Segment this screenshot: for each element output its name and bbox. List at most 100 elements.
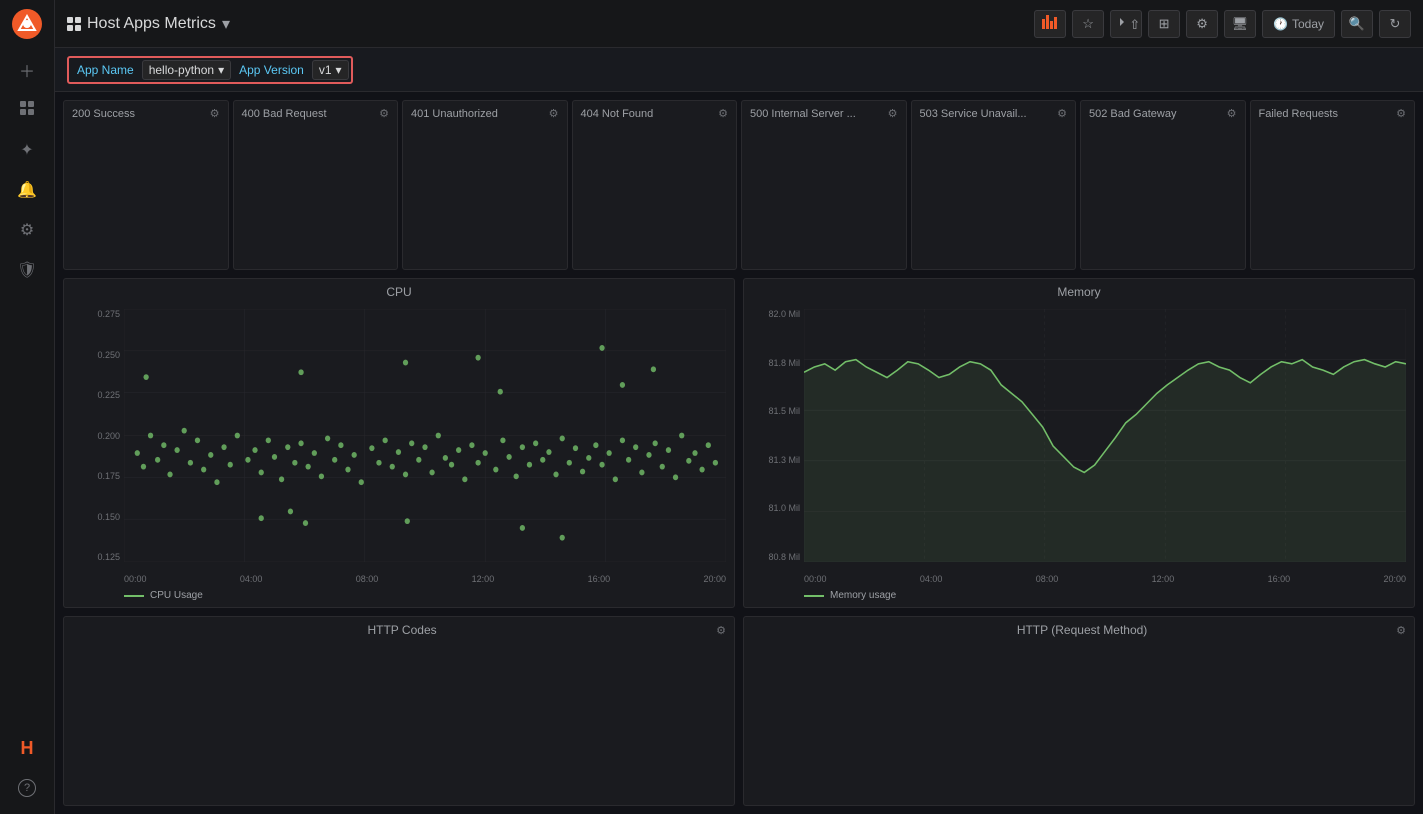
app-version-label: App Version (233, 61, 310, 79)
http-codes-panel: HTTP Codes ⚙ (63, 616, 735, 806)
cpu-legend-label: CPU Usage (150, 590, 203, 601)
metric-panel-m5: 500 Internal Server ... ⚙ (741, 100, 907, 270)
metric-gear-m7[interactable]: ⚙ (1227, 107, 1237, 120)
graph-button[interactable] (1034, 10, 1066, 38)
filter-group: App Name hello-python ▾ App Version v1 ▾ (67, 56, 353, 84)
app-version-value: v1 (319, 63, 332, 77)
sidebar-item-add[interactable]: ＋ (9, 52, 45, 88)
sidebar-item-settings[interactable]: ⚙ (9, 212, 45, 248)
metric-title-m4: 404 Not Found ⚙ (573, 101, 737, 124)
http-method-title-text: HTTP (Request Method) (768, 623, 1396, 637)
sidebar-item-dashboard[interactable] (9, 92, 45, 128)
time-range-button[interactable]: 🕐 Today (1262, 10, 1335, 38)
http-method-panel: HTTP (Request Method) ⚙ (743, 616, 1415, 806)
topbar: Host Apps Metrics ▾ ☆ (55, 0, 1423, 48)
metric-title-m8: Failed Requests ⚙ (1251, 101, 1415, 124)
monitor-icon: 🖥 (1232, 16, 1249, 32)
today-label: Today (1292, 17, 1324, 31)
sidebar-item-grafana[interactable]: H (9, 730, 45, 766)
page-title: Host Apps Metrics ▾ (67, 14, 230, 34)
metric-label-m4: 404 Not Found (581, 108, 654, 120)
sidebar-item-alerts[interactable]: 🔔 (9, 172, 45, 208)
share-icon: ⇧ (1112, 15, 1141, 33)
app-name-label: App Name (71, 61, 140, 79)
explore-icon: ✦ (20, 140, 33, 160)
app-version-select[interactable]: v1 ▾ (312, 60, 349, 80)
metric-label-m7: 502 Bad Gateway (1089, 108, 1176, 120)
star-button[interactable]: ☆ (1072, 10, 1104, 38)
memory-chart-title: Memory (744, 279, 1414, 305)
http-method-title: HTTP (Request Method) ⚙ (744, 617, 1414, 643)
search-button[interactable]: 🔍 (1341, 10, 1373, 38)
dashboard-icon (19, 100, 35, 121)
dashboard-title: Host Apps Metrics (87, 15, 216, 33)
grafana-icon: H (21, 738, 34, 759)
http-codes-gear-icon[interactable]: ⚙ (716, 624, 726, 637)
metric-body-m8 (1251, 124, 1415, 269)
shield-icon: 🛡 (17, 260, 37, 280)
metric-title-m5: 500 Internal Server ... ⚙ (742, 101, 906, 124)
metric-panel-m7: 502 Bad Gateway ⚙ (1080, 100, 1246, 270)
settings-icon: ⚙ (1196, 16, 1208, 32)
metric-panel-m1: 200 Success ⚙ (63, 100, 229, 270)
metric-label-m3: 401 Unauthorized (411, 108, 498, 120)
add-icon: ＋ (19, 58, 35, 82)
metric-panel-m6: 503 Service Unavail... ⚙ (911, 100, 1077, 270)
http-codes-title: HTTP Codes ⚙ (64, 617, 734, 643)
cpu-chart-panel: CPU 0.275 0.250 0.225 0.200 0.175 0.150 … (63, 278, 735, 608)
metric-title-m6: 503 Service Unavail... ⚙ (912, 101, 1076, 124)
metric-body-m6 (912, 124, 1076, 269)
metric-panel-m2: 400 Bad Request ⚙ (233, 100, 399, 270)
cpu-scatter-plot (124, 309, 726, 562)
cpu-chart-title: CPU (64, 279, 734, 305)
question-icon: ? (18, 779, 36, 797)
grid-icon (67, 17, 81, 31)
memory-legend-line (804, 595, 824, 597)
layout-button[interactable]: ⊞ (1148, 10, 1180, 38)
star-icon: ☆ (1082, 16, 1094, 32)
sidebar: ＋ ✦ 🔔 ⚙ 🛡 H ? (0, 0, 55, 814)
memory-x-labels: 00:00 04:00 08:00 12:00 16:00 20:00 (804, 574, 1406, 584)
memory-chart-panel: Memory 82.0 Mil 81.8 Mil 81.5 Mil 81.3 M… (743, 278, 1415, 608)
topbar-actions: ☆ ⇧ ⊞ ⚙ 🖥 🕐 Today (1034, 10, 1411, 38)
app-version-chevron: ▾ (336, 63, 342, 77)
memory-legend: Memory usage (744, 586, 1414, 607)
main-content: Host Apps Metrics ▾ ☆ (55, 0, 1423, 814)
metric-gear-m4[interactable]: ⚙ (718, 107, 728, 120)
metric-gear-m2[interactable]: ⚙ (379, 107, 389, 120)
refresh-button[interactable]: ↻ (1379, 10, 1411, 38)
filterbar: App Name hello-python ▾ App Version v1 ▾ (55, 48, 1423, 92)
metric-panel-m4: 404 Not Found ⚙ (572, 100, 738, 270)
title-chevron[interactable]: ▾ (222, 14, 230, 34)
http-codes-title-text: HTTP Codes (88, 623, 716, 637)
metric-title-m1: 200 Success ⚙ (64, 101, 228, 124)
metric-title-m7: 502 Bad Gateway ⚙ (1081, 101, 1245, 124)
metric-gear-m3[interactable]: ⚙ (549, 107, 559, 120)
metric-label-m1: 200 Success (72, 108, 135, 120)
sidebar-item-help[interactable]: ? (9, 770, 45, 806)
app-logo[interactable] (11, 8, 43, 40)
gear-icon: ⚙ (20, 220, 34, 240)
metric-gear-m5[interactable]: ⚙ (888, 107, 898, 120)
app-name-chevron: ▾ (218, 63, 224, 77)
settings-button[interactable]: ⚙ (1186, 10, 1218, 38)
app-name-select[interactable]: hello-python ▾ (142, 60, 231, 80)
cpu-y-labels: 0.275 0.250 0.225 0.200 0.175 0.150 0.12… (68, 309, 120, 562)
monitor-button[interactable]: 🖥 (1224, 10, 1256, 38)
http-method-gear-icon[interactable]: ⚙ (1396, 624, 1406, 637)
metric-gear-m6[interactable]: ⚙ (1057, 107, 1067, 120)
metric-body-m3 (403, 124, 567, 269)
metric-label-m6: 503 Service Unavail... (920, 108, 1027, 120)
sidebar-item-shield[interactable]: 🛡 (9, 252, 45, 288)
metric-label-m8: Failed Requests (1259, 108, 1339, 120)
metric-body-m5 (742, 124, 906, 269)
share-button[interactable]: ⇧ (1110, 10, 1142, 38)
bottom-row: HTTP Codes ⚙ HTTP (Request Method) ⚙ (63, 616, 1415, 806)
metric-gear-m1[interactable]: ⚙ (210, 107, 220, 120)
bar-chart-icon (1042, 15, 1058, 32)
metric-title-m2: 400 Bad Request ⚙ (234, 101, 398, 124)
layout-icon: ⊞ (1159, 16, 1170, 32)
sidebar-item-explore[interactable]: ✦ (9, 132, 45, 168)
metric-gear-m8[interactable]: ⚙ (1396, 107, 1406, 120)
metric-panel-m8: Failed Requests ⚙ (1250, 100, 1416, 270)
